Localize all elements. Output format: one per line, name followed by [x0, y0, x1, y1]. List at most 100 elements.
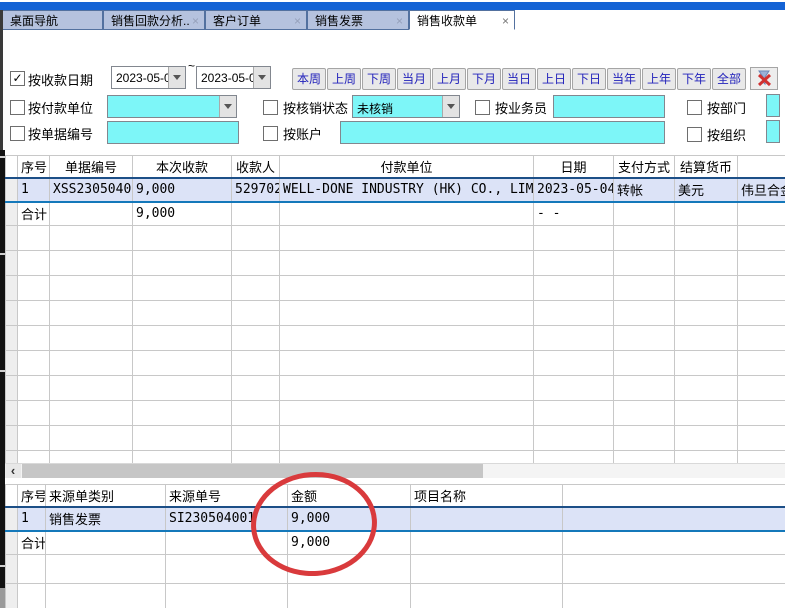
payer-select[interactable] — [107, 95, 237, 118]
col-source-no: 来源单号 — [166, 485, 288, 507]
cell-total-date: - - — [534, 202, 614, 226]
receipt-row-1[interactable]: 1 XSS230504001 9,000 52970259 WELL-DONE … — [6, 178, 785, 202]
cell-amount: 9,000 — [133, 178, 232, 202]
cell-currency: 美元 — [675, 178, 738, 202]
range-next-week-button[interactable]: 下周 — [362, 68, 396, 90]
filter-docno-checkbox[interactable] — [10, 126, 25, 141]
cell-pay-method: 转帐 — [614, 178, 675, 202]
empty-row[interactable] — [6, 555, 785, 584]
tab-sales-invoice[interactable]: 销售发票 × — [307, 10, 409, 30]
tab-label: 桌面导航 — [10, 14, 58, 28]
date-to-select[interactable]: 2023-05-04 — [196, 66, 271, 89]
tab-customer-order[interactable]: 客户订单 × — [205, 10, 307, 30]
tab-desktop-nav[interactable]: 桌面导航 — [2, 10, 103, 30]
docno-input[interactable] — [107, 121, 239, 144]
cell-total-label: 合计 — [18, 202, 50, 226]
tab-label: 销售发票 — [315, 14, 363, 28]
filter-writeoff-checkbox[interactable] — [263, 100, 278, 115]
source-total-row[interactable]: 合计 9,000 — [6, 531, 785, 555]
chevron-down-icon[interactable] — [168, 67, 185, 88]
filter-payer-label: 按付款单位 — [28, 98, 93, 117]
filter-date-checkbox[interactable]: ✓ — [10, 71, 25, 86]
empty-row[interactable] — [6, 584, 785, 608]
close-icon[interactable]: × — [396, 11, 403, 31]
cell-date: 2023-05-04 — [534, 178, 614, 202]
filter-account-label: 按账户 — [283, 124, 322, 143]
empty-row[interactable] — [6, 351, 785, 376]
cell-total-amount: 9,000 — [288, 531, 411, 555]
range-this-week-button[interactable]: 本周 — [292, 68, 326, 90]
window-top-bar — [0, 2, 785, 10]
range-last-month-button[interactable]: 上月 — [432, 68, 466, 90]
receipt-total-row[interactable]: 合计 9,000 - - — [6, 202, 785, 226]
empty-row[interactable] — [6, 326, 785, 351]
range-all-button[interactable]: 全部 — [712, 68, 746, 90]
source-doc-grid: 序号 来源单类别 来源单号 金额 项目名称 1 销售发票 SI230504001… — [5, 484, 785, 608]
salesman-input[interactable] — [553, 95, 665, 118]
chevron-down-icon[interactable] — [442, 96, 459, 117]
tab-sales-collection-analysis[interactable]: 销售回款分析.. × — [103, 10, 205, 30]
scroll-left-icon[interactable]: ‹ — [5, 464, 21, 478]
empty-row[interactable] — [6, 251, 785, 276]
chevron-down-icon[interactable] — [219, 96, 236, 117]
empty-row[interactable] — [6, 226, 785, 251]
empty-row[interactable] — [6, 451, 785, 464]
filter-payer-checkbox[interactable] — [10, 100, 25, 115]
source-row-1[interactable]: 1 销售发票 SI230504001 9,000 — [6, 507, 785, 531]
tab-sales-receipt[interactable]: 销售收款单 × — [409, 10, 515, 30]
range-this-year-button[interactable]: 当年 — [607, 68, 641, 90]
receipt-grid-header: 序号 单据编号 本次收款 收款人 付款单位 日期 支付方式 结算货币 — [6, 156, 785, 178]
range-next-year-button[interactable]: 下年 — [677, 68, 711, 90]
writeoff-status-select[interactable]: 未核销 — [352, 95, 460, 118]
org-input[interactable] — [766, 120, 780, 143]
filter-salesman-label: 按业务员 — [495, 98, 547, 117]
empty-row[interactable] — [6, 276, 785, 301]
clear-filter-button[interactable] — [750, 67, 778, 90]
filter-date-label: 按收款日期 — [28, 70, 93, 89]
empty-row[interactable] — [6, 301, 785, 326]
cell-doc-no: XSS230504001 — [50, 178, 133, 202]
col-payer: 付款单位 — [280, 156, 534, 178]
range-next-day-button[interactable]: 下日 — [572, 68, 606, 90]
filter-writeoff-label: 按核销状态 — [283, 98, 348, 117]
close-icon[interactable]: × — [294, 11, 301, 31]
empty-row[interactable] — [6, 401, 785, 426]
check-icon: ✓ — [12, 71, 22, 85]
filter-docno-label: 按单据编号 — [28, 124, 93, 143]
range-prev-day-button[interactable]: 上日 — [537, 68, 571, 90]
range-this-month-button[interactable]: 当月 — [397, 68, 431, 90]
empty-row[interactable] — [6, 376, 785, 401]
col-seq: 序号 — [18, 156, 50, 178]
cell-payer: WELL-DONE INDUSTRY (HK) CO., LIMITED — [280, 178, 534, 202]
range-next-month-button[interactable]: 下月 — [467, 68, 501, 90]
filter-salesman-checkbox[interactable] — [475, 100, 490, 115]
tab-label: 销售收款单 — [417, 14, 477, 28]
writeoff-status-value: 未核销 — [357, 100, 393, 117]
col-currency: 结算货币 — [675, 156, 738, 178]
filter-dept-checkbox[interactable] — [687, 100, 702, 115]
range-last-week-button[interactable]: 上周 — [327, 68, 361, 90]
col-blank — [563, 485, 785, 507]
dept-input[interactable] — [766, 94, 780, 117]
tab-label: 客户订单 — [213, 14, 261, 28]
close-icon[interactable]: × — [502, 11, 509, 31]
filter-org-checkbox[interactable] — [687, 127, 702, 142]
date-from-select[interactable]: 2023-05-01 — [111, 66, 186, 89]
empty-row[interactable] — [6, 426, 785, 451]
cell-extra: 伟旦合金 — [738, 178, 785, 202]
range-last-year-button[interactable]: 上年 — [642, 68, 676, 90]
range-today-button[interactable]: 当日 — [502, 68, 536, 90]
scrollbar-thumb[interactable] — [22, 464, 483, 478]
account-input[interactable] — [340, 121, 665, 144]
filter-dept-label: 按部门 — [707, 98, 746, 117]
filter-account-checkbox[interactable] — [263, 126, 278, 141]
cell-seq: 1 — [18, 507, 46, 531]
clear-filter-icon — [751, 68, 777, 89]
cell-source-type: 销售发票 — [46, 507, 166, 531]
chevron-down-icon[interactable] — [253, 67, 270, 88]
left-edge-strip — [0, 10, 3, 150]
horizontal-scrollbar[interactable]: ‹ — [5, 463, 785, 478]
col-amount: 金额 — [288, 485, 411, 507]
close-icon[interactable]: × — [192, 11, 199, 31]
tab-label: 销售回款分析.. — [111, 14, 190, 28]
